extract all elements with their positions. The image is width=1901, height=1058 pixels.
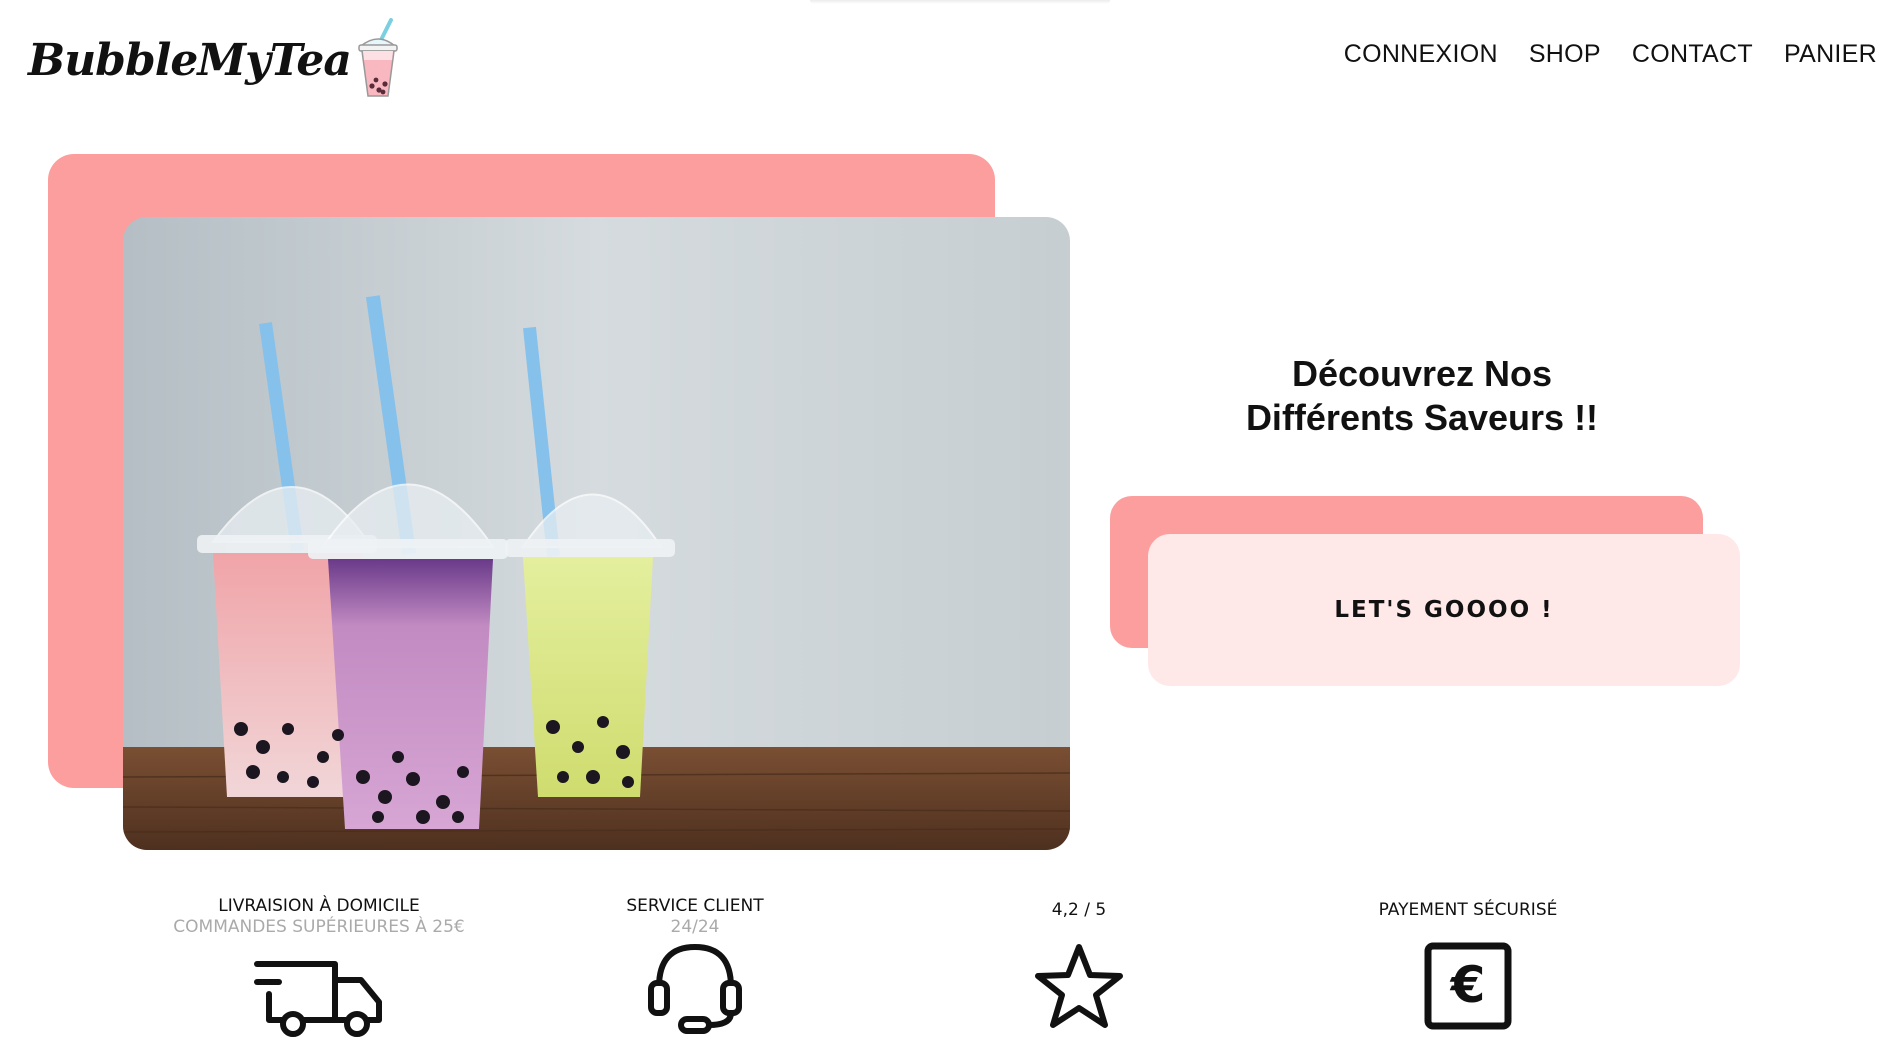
feature-delivery-title: LIVRAISION À DOMICILE — [218, 896, 420, 916]
feature-rating: 4,2 / 5 — [899, 896, 1259, 1028]
lets-go-button-label: LET'S GOOOO ! — [1334, 597, 1554, 623]
feature-payment-title: PAYEMENT SÉCURISÉ — [1378, 900, 1558, 920]
logo[interactable]: BubbleMyTea — [28, 17, 401, 103]
bubble-tea-cup-icon — [355, 17, 401, 103]
main-nav: CONNEXION SHOP CONTACT PANIER — [1344, 40, 1877, 69]
hero-headline-line1: Découvrez Nos — [1291, 353, 1553, 394]
feature-service-title: SERVICE CLIENT — [626, 896, 764, 916]
feature-customer-service: SERVICE CLIENT 24/24 — [515, 896, 875, 1034]
logo-text: BubbleMyTea — [28, 34, 352, 86]
feature-delivery: LIVRAISION À DOMICILE COMMANDES SUPÉRIEU… — [139, 896, 499, 1037]
hero-headline: Découvrez Nos Différents Saveurs !! — [1150, 352, 1694, 440]
hero-bubble-tea-photo — [123, 217, 1070, 850]
truck-icon — [253, 958, 385, 1045]
feature-rating-title: 4,2 / 5 — [1051, 900, 1107, 920]
nav-panier[interactable]: PANIER — [1784, 40, 1877, 69]
hero-headline-line2: Différents Saveurs !! — [1245, 397, 1599, 438]
page: BubbleMyTea CONNEXION SHOP CONTACT PANIE… — [0, 0, 1901, 1058]
feature-secure-payment: PAYEMENT SÉCURISÉ € — [1288, 896, 1648, 1030]
top-shadow — [810, 0, 1110, 4]
feature-delivery-subtitle: COMMANDES SUPÉRIEURES À 25€ — [173, 917, 465, 937]
feature-service-subtitle: 24/24 — [670, 917, 720, 937]
nav-shop[interactable]: SHOP — [1529, 40, 1601, 69]
lets-go-button[interactable]: LET'S GOOOO ! — [1148, 534, 1740, 686]
nav-connexion[interactable]: CONNEXION — [1344, 40, 1498, 69]
svg-text:€: € — [1450, 956, 1486, 1014]
nav-contact[interactable]: CONTACT — [1632, 40, 1753, 69]
euro-icon: € — [1424, 942, 1512, 1035]
headset-icon — [645, 939, 745, 1040]
star-icon — [1033, 942, 1125, 1035]
